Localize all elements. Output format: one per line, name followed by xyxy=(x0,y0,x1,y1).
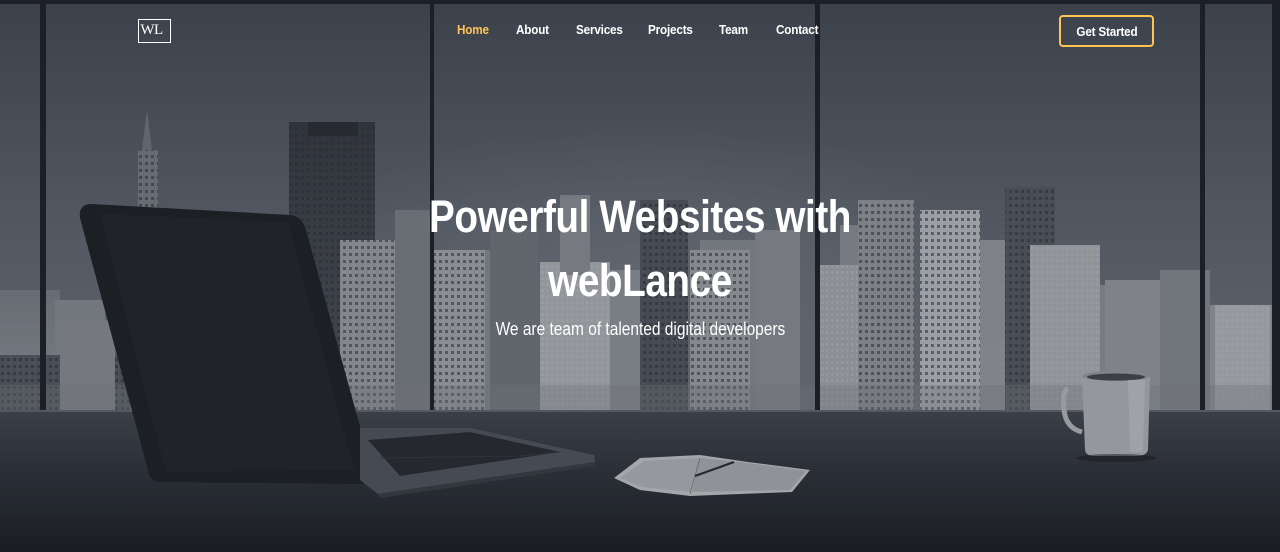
hero-title: Powerful Websites with webLance xyxy=(0,185,1280,313)
hero-title-line-2: webLance xyxy=(548,255,732,306)
nav-link-services[interactable]: Services xyxy=(576,22,623,37)
get-started-label: Get Started xyxy=(1075,23,1138,39)
get-started-button[interactable]: Get Started xyxy=(1059,15,1154,47)
hero-section: WL Home About Services Projects Team Con… xyxy=(0,0,1280,552)
hero-subtitle: We are team of talented digital develope… xyxy=(0,316,1280,342)
nav-link-projects[interactable]: Projects xyxy=(648,22,693,37)
nav-link-about[interactable]: About xyxy=(516,22,549,37)
nav-link-team[interactable]: Team xyxy=(719,22,748,37)
hero-subtitle-text: We are team of talented digital develope… xyxy=(495,319,785,339)
site-header: WL Home About Services Projects Team Con… xyxy=(0,0,1280,62)
nav-link-contact[interactable]: Contact xyxy=(776,22,818,37)
nav-link-home[interactable]: Home xyxy=(457,22,489,37)
hero-title-line-1: Powerful Websites with xyxy=(428,191,852,242)
